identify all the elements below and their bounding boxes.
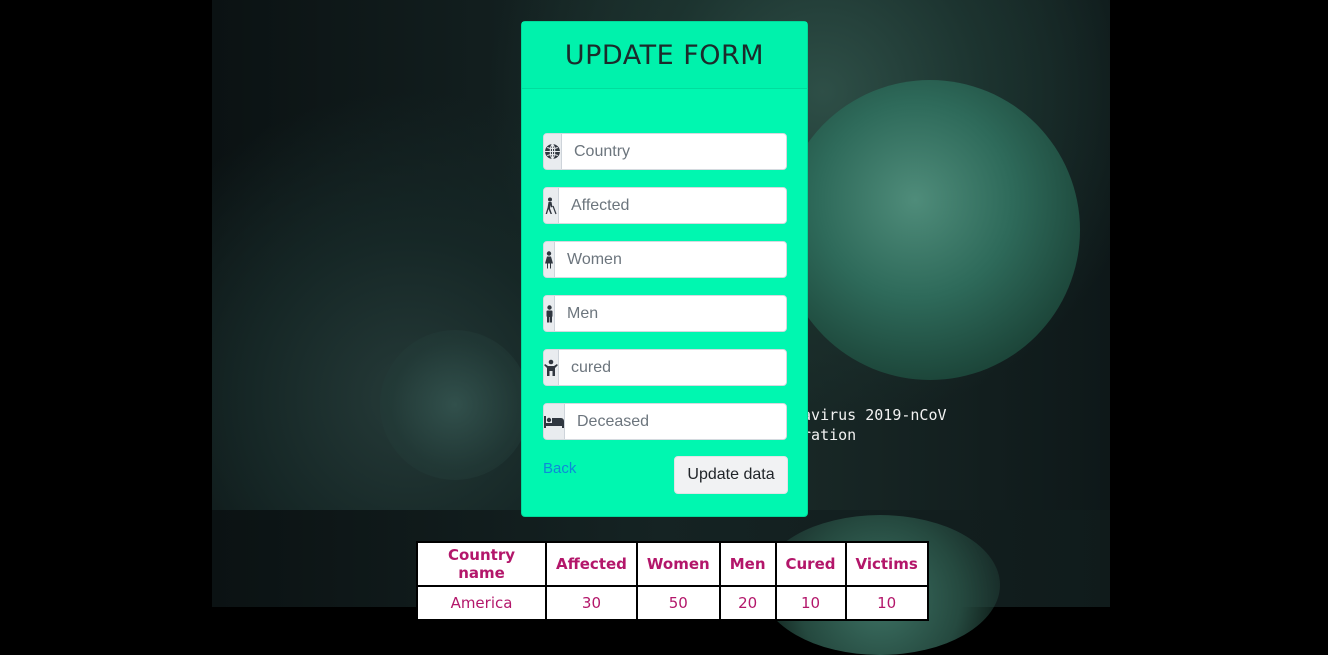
column-header: Affected: [545, 541, 638, 587]
men-field: [543, 295, 787, 332]
child-icon: [544, 350, 559, 385]
update-form-card: UPDATE FORM Back U: [521, 21, 808, 517]
cured-input[interactable]: [559, 350, 786, 385]
cured-field: [543, 349, 787, 386]
table-cell: 50: [635, 585, 721, 621]
column-header: Men: [718, 541, 777, 587]
table-cell: America: [416, 585, 547, 621]
column-header: Women: [635, 541, 721, 587]
table-cell: 30: [545, 585, 638, 621]
column-header: Cured: [774, 541, 847, 587]
deceased-input[interactable]: [565, 404, 786, 439]
form-title: UPDATE FORM: [564, 39, 765, 71]
women-field: [543, 241, 787, 278]
column-header: Country name: [416, 541, 547, 587]
table-cell: 10: [774, 585, 847, 621]
update-data-button[interactable]: Update data: [674, 456, 788, 494]
table-cell: 10: [844, 585, 929, 621]
column-header: Victims: [844, 541, 929, 587]
virus-illustration-small: [380, 330, 530, 480]
back-link[interactable]: Back: [543, 460, 576, 477]
globe-icon: [544, 134, 562, 169]
female-icon: [544, 242, 555, 277]
table-header-row: Country name Affected Women Men Cured Vi…: [416, 541, 929, 587]
affected-input[interactable]: [559, 188, 786, 223]
affected-field: [543, 187, 787, 224]
data-table: Country name Affected Women Men Cured Vi…: [416, 541, 929, 621]
male-icon: [544, 296, 555, 331]
country-field: [543, 133, 787, 170]
men-input[interactable]: [555, 296, 786, 331]
women-input[interactable]: [555, 242, 786, 277]
person-cane-icon: [544, 188, 559, 223]
virus-illustration: [780, 80, 1080, 380]
deceased-field: [543, 403, 787, 440]
card-header: UPDATE FORM: [522, 22, 807, 89]
country-input[interactable]: [562, 134, 786, 169]
table-row: America 30 50 20 10 10: [416, 585, 929, 621]
background-caption: navirus 2019-nCoV tration: [793, 406, 947, 444]
table-cell: 20: [718, 585, 777, 621]
bed-icon: [544, 404, 565, 439]
